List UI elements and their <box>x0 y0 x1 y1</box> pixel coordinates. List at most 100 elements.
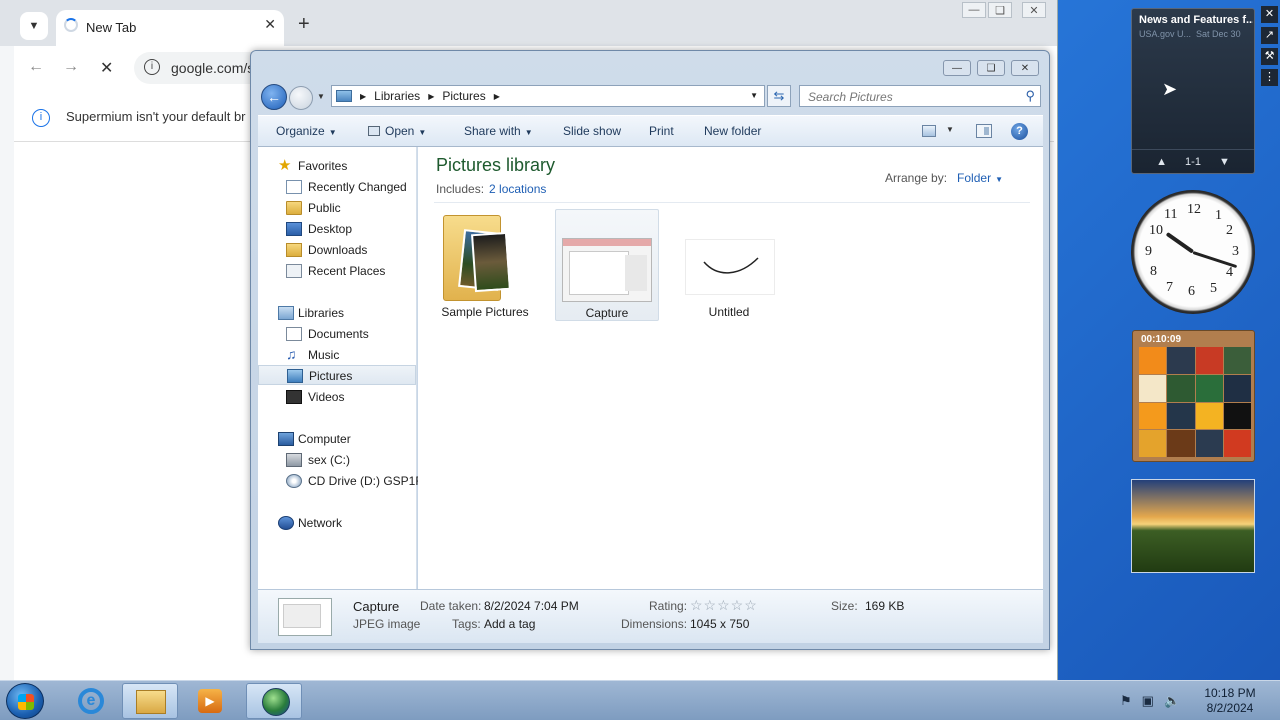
puzzle-tile[interactable] <box>1223 402 1251 430</box>
change-view-icon[interactable] <box>922 125 936 137</box>
nav-videos[interactable]: Videos <box>258 387 416 407</box>
taskbar-media-player[interactable]: ▶ <box>182 683 238 719</box>
taskbar-explorer[interactable] <box>122 683 178 719</box>
feed-headline[interactable]: News and Features f... <box>1139 14 1253 26</box>
search-icon[interactable]: ⚲ <box>1025 88 1035 104</box>
browser-tab[interactable]: New Tab ✕ <box>56 10 284 46</box>
breadcrumb-chevron-icon[interactable]: ▶ <box>360 92 366 101</box>
back-arrow-icon[interactable]: ← <box>28 58 44 76</box>
organize-button[interactable]: Organize ▼ <box>276 124 337 138</box>
back-button[interactable]: ← <box>261 84 287 110</box>
breadcrumb-pictures[interactable]: Pictures <box>442 89 485 103</box>
puzzle-tile[interactable] <box>1139 347 1167 374</box>
slideshow-gadget[interactable] <box>1131 479 1255 573</box>
explorer-maximize-button[interactable]: ❑ <box>977 60 1005 76</box>
puzzle-tile[interactable] <box>1167 430 1195 457</box>
gadget-close-icon[interactable]: ✕ <box>1261 6 1278 23</box>
nav-documents[interactable]: Documents <box>258 324 416 344</box>
picture-puzzle-gadget[interactable]: 00:10:09 <box>1132 330 1255 462</box>
puzzle-tile[interactable] <box>1167 374 1195 402</box>
browser-maximize-button[interactable]: ❑ <box>988 2 1012 18</box>
nav-recent-places[interactable]: Recent Places <box>258 261 416 281</box>
browser-minimize-button[interactable]: — <box>962 2 986 18</box>
search-input[interactable]: Search Pictures ⚲ <box>799 85 1041 107</box>
breadcrumb-chevron-icon[interactable]: ▶ <box>428 92 434 101</box>
puzzle-tile[interactable] <box>1195 430 1223 457</box>
library-locations-link[interactable]: 2 locations <box>489 182 546 196</box>
puzzle-tile[interactable] <box>1223 374 1251 402</box>
gadget-expand-icon[interactable]: ↗ <box>1261 27 1278 44</box>
puzzle-tile[interactable] <box>1139 402 1167 430</box>
puzzle-tile[interactable] <box>1139 374 1167 402</box>
file-item-sample-pictures[interactable]: Sample Pictures <box>433 209 537 321</box>
arrange-by-chevron-icon[interactable]: ▼ <box>995 175 1003 184</box>
file-item-capture[interactable]: Capture <box>555 209 659 321</box>
forward-button[interactable] <box>289 86 313 110</box>
arrange-by-dropdown[interactable]: Folder <box>957 171 991 185</box>
help-icon[interactable]: ? <box>1011 123 1028 140</box>
nav-libraries[interactable]: Libraries <box>258 303 416 323</box>
news-feed-gadget[interactable]: News and Features f... USA.gov U... Sat … <box>1131 8 1255 174</box>
tags-value[interactable]: Add a tag <box>484 617 535 631</box>
puzzle-tile[interactable] <box>1223 347 1251 374</box>
recent-pages-dropdown[interactable]: ▼ <box>317 92 325 101</box>
nav-desktop[interactable]: Desktop <box>258 219 416 239</box>
previous-headline-icon[interactable]: ▲ <box>1156 156 1167 168</box>
puzzle-tile[interactable] <box>1167 402 1195 430</box>
gadget-options-icon[interactable]: ⚒ <box>1261 48 1278 65</box>
nav-music[interactable]: ♫ Music <box>258 345 416 365</box>
puzzle-grid[interactable] <box>1139 347 1251 457</box>
start-button[interactable] <box>6 683 44 719</box>
nav-drive-c[interactable]: sex (C:) <box>258 450 416 470</box>
breadcrumb-libraries[interactable]: Libraries <box>374 89 420 103</box>
browser-close-button[interactable]: ✕ <box>1022 2 1046 18</box>
nav-recently-changed[interactable]: Recently Changed <box>258 177 416 197</box>
print-button[interactable]: Print <box>649 124 674 138</box>
site-info-icon[interactable]: i <box>144 59 160 75</box>
rating-stars[interactable]: ☆☆☆☆☆ <box>690 597 758 614</box>
refresh-button[interactable]: ⇆ <box>767 85 791 107</box>
forward-arrow-icon[interactable]: → <box>63 58 79 76</box>
volume-muted-icon[interactable]: 🔈 <box>1164 693 1180 709</box>
tab-search-button[interactable]: ▼ <box>20 12 48 40</box>
puzzle-tile[interactable] <box>1139 430 1167 457</box>
slide-show-button[interactable]: Slide show <box>563 124 621 138</box>
file-item-untitled[interactable]: Untitled <box>677 209 781 321</box>
puzzle-tile[interactable] <box>1223 430 1251 457</box>
puzzle-tile[interactable] <box>1167 347 1195 374</box>
nav-pictures[interactable]: Pictures <box>258 365 416 385</box>
clock-gadget[interactable]: 12 1 2 3 4 5 6 7 8 9 10 11 <box>1131 190 1255 314</box>
nav-cd-drive[interactable]: CD Drive (D:) GSP1R <box>258 471 424 491</box>
nav-downloads[interactable]: Downloads <box>258 240 416 260</box>
new-folder-button[interactable]: New folder <box>704 124 761 138</box>
puzzle-tile[interactable] <box>1195 374 1223 402</box>
tab-close-icon[interactable]: ✕ <box>264 16 276 33</box>
open-button[interactable]: Open ▼ <box>368 124 426 138</box>
explorer-close-button[interactable]: ✕ <box>1011 60 1039 76</box>
new-tab-button[interactable]: + <box>298 13 310 36</box>
nav-computer[interactable]: Computer <box>258 429 416 449</box>
share-with-button[interactable]: Share with ▼ <box>464 124 533 138</box>
puzzle-tile[interactable] <box>1195 347 1223 374</box>
nav-favorites[interactable]: ★ Favorites <box>258 156 416 176</box>
action-center-flag-icon[interactable]: ⚑ <box>1120 693 1132 709</box>
taskbar-clock[interactable]: 10:18 PM 8/2/2024 <box>1200 686 1260 716</box>
stop-loading-icon[interactable]: ✕ <box>100 58 113 78</box>
view-options-dropdown-icon[interactable]: ▼ <box>946 125 954 134</box>
breadcrumb-chevron-icon[interactable]: ▶ <box>494 92 500 101</box>
nav-public[interactable]: Public <box>258 198 416 218</box>
divider <box>434 202 1030 203</box>
network-tray-icon[interactable]: ▣ <box>1142 693 1154 709</box>
date-taken-value[interactable]: 8/2/2024 7:04 PM <box>484 599 579 613</box>
taskbar-internet-explorer[interactable]: e <box>62 683 118 719</box>
preview-pane-icon[interactable] <box>976 124 992 138</box>
file-item-label: Capture <box>585 306 629 320</box>
breadcrumb[interactable]: ▶ Libraries ▶ Pictures ▶ ▼ <box>331 85 765 107</box>
puzzle-tile[interactable] <box>1195 402 1223 430</box>
address-dropdown-icon[interactable]: ▼ <box>750 91 758 100</box>
explorer-minimize-button[interactable]: — <box>943 60 971 76</box>
next-headline-icon[interactable]: ▼ <box>1219 156 1230 168</box>
nav-network[interactable]: Network <box>258 513 416 533</box>
gadget-drag-handle-icon[interactable]: ⋮ <box>1261 69 1278 86</box>
taskbar-browser[interactable] <box>246 683 302 719</box>
